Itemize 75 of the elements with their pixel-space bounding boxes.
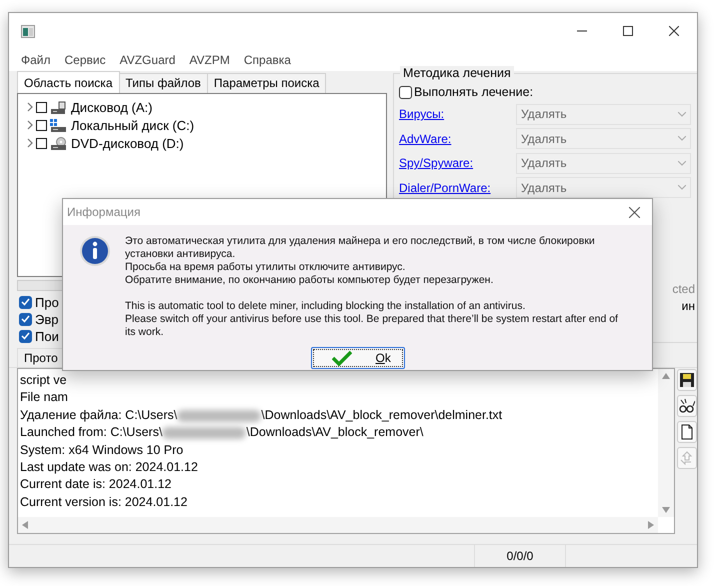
checkbox-label: Выполнять лечение:: [414, 85, 534, 99]
message-text: This is automatic tool to delete miner, including blocking the installation of an antivirus.: [125, 300, 526, 313]
checkbox[interactable]: [19, 312, 32, 326]
menu-item[interactable]: Файл: [15, 53, 57, 67]
message-text: Это автоматическая утилита для удаления майнера и его последствий, в том числе блокировки установки антивируса.: [125, 235, 596, 261]
document-button[interactable]: [677, 421, 697, 443]
menu-item[interactable]: Сервис: [58, 53, 112, 67]
disc-drive-icon: [50, 136, 66, 150]
tree-item-label[interactable]: Локальный диск (C:): [71, 118, 194, 132]
checkbox[interactable]: [399, 86, 412, 98]
drive-icon: [50, 118, 66, 132]
status-text: 0/0/0: [474, 545, 566, 567]
checkbox-label: Про: [35, 294, 59, 310]
chevron-down-icon: [678, 112, 686, 117]
dropdown[interactable]: Удалять: [516, 128, 691, 150]
link[interactable]: AdvWare:: [399, 132, 516, 146]
dropdown[interactable]: Удалять: [516, 152, 691, 174]
checkbox[interactable]: [36, 120, 47, 130]
checkbox[interactable]: [36, 138, 47, 148]
tab[interactable]: Прото: [17, 348, 65, 367]
tree-item-label[interactable]: DVD-дисковод (D:): [71, 136, 184, 150]
scroll-up-icon[interactable]: [662, 373, 670, 379]
link[interactable]: Dialer/PornWare:: [399, 180, 516, 195]
recycle-icon: [679, 450, 695, 466]
log-line: Launched from: C:\Users\ \Downloads\AV_block_remover\: [20, 424, 424, 442]
checkbox-label: Пои: [35, 328, 59, 344]
document-icon: [679, 424, 695, 440]
scroll-left-icon[interactable]: [22, 521, 28, 529]
scroll-right-icon[interactable]: [648, 521, 654, 529]
chevron-down-icon: [678, 136, 686, 142]
glasses-icon: [679, 398, 695, 414]
link[interactable]: Spy/Spyware:: [399, 156, 516, 170]
message-text: Please switch off your antivirus before use this tool. Be prepared that there’ll be system restart after end of its work.: [125, 313, 619, 339]
save-button[interactable]: [677, 369, 697, 391]
save-icon: [679, 372, 695, 388]
drive-icon: [50, 100, 66, 114]
checkbox[interactable]: [19, 296, 32, 308]
group-title: Методика лечения: [400, 66, 514, 80]
log-line: Last update was on: 2024.01.12: [20, 459, 198, 476]
close-icon: [629, 206, 640, 218]
log-line: script ve: [20, 372, 67, 389]
glasses-button[interactable]: [677, 395, 697, 417]
info-icon: [79, 235, 111, 267]
menu-item[interactable]: AVZPM: [183, 53, 236, 67]
chevron-down-icon: [678, 160, 686, 166]
log-line: System: x64 Windows 10 Pro: [20, 442, 184, 459]
tab[interactable]: Область поиска: [17, 71, 120, 93]
chevron-down-icon: [678, 185, 686, 190]
message-text: Просьба на время работы утилиты отключите антивирус.: [125, 261, 406, 274]
ok-button[interactable]: Ok: [310, 347, 404, 369]
log-line: Удаление файла: C:\Users\ \Downloads\AV_block_remover\delminer.txt: [20, 406, 502, 424]
checkbox[interactable]: [19, 330, 32, 342]
close-icon: [669, 26, 679, 36]
log-line: Current date is: 2024.01.12: [20, 476, 172, 494]
link[interactable]: Вирусы:: [399, 107, 516, 122]
tree-item-label[interactable]: Дисковод (A:): [71, 100, 152, 114]
option-label: ин: [682, 299, 695, 313]
app-icon: [21, 24, 35, 38]
dropdown[interactable]: Удалять: [516, 104, 691, 125]
dialog-title: Информация: [67, 205, 140, 219]
log-line: File nam: [20, 389, 68, 406]
tab[interactable]: Параметры поиска: [206, 73, 326, 93]
scroll-down-icon[interactable]: [662, 507, 670, 513]
maximize-icon: [623, 26, 633, 36]
menu-item[interactable]: AVZGuard: [114, 53, 182, 67]
checkbox-label: Эвр: [35, 312, 58, 326]
check-icon: [332, 350, 352, 366]
checkbox[interactable]: [36, 102, 47, 112]
dropdown[interactable]: Удалять: [516, 177, 691, 198]
log-line: Current version is: 2024.01.12: [20, 494, 188, 511]
menu-item[interactable]: Справка: [238, 53, 297, 67]
horizontal-scrollbar[interactable]: [18, 517, 658, 533]
option-label: cted: [672, 282, 695, 296]
vertical-scrollbar[interactable]: [658, 369, 674, 517]
message-text: Обратите внимание, по окончанию работы компьютер будет перезагружен.: [125, 274, 494, 287]
